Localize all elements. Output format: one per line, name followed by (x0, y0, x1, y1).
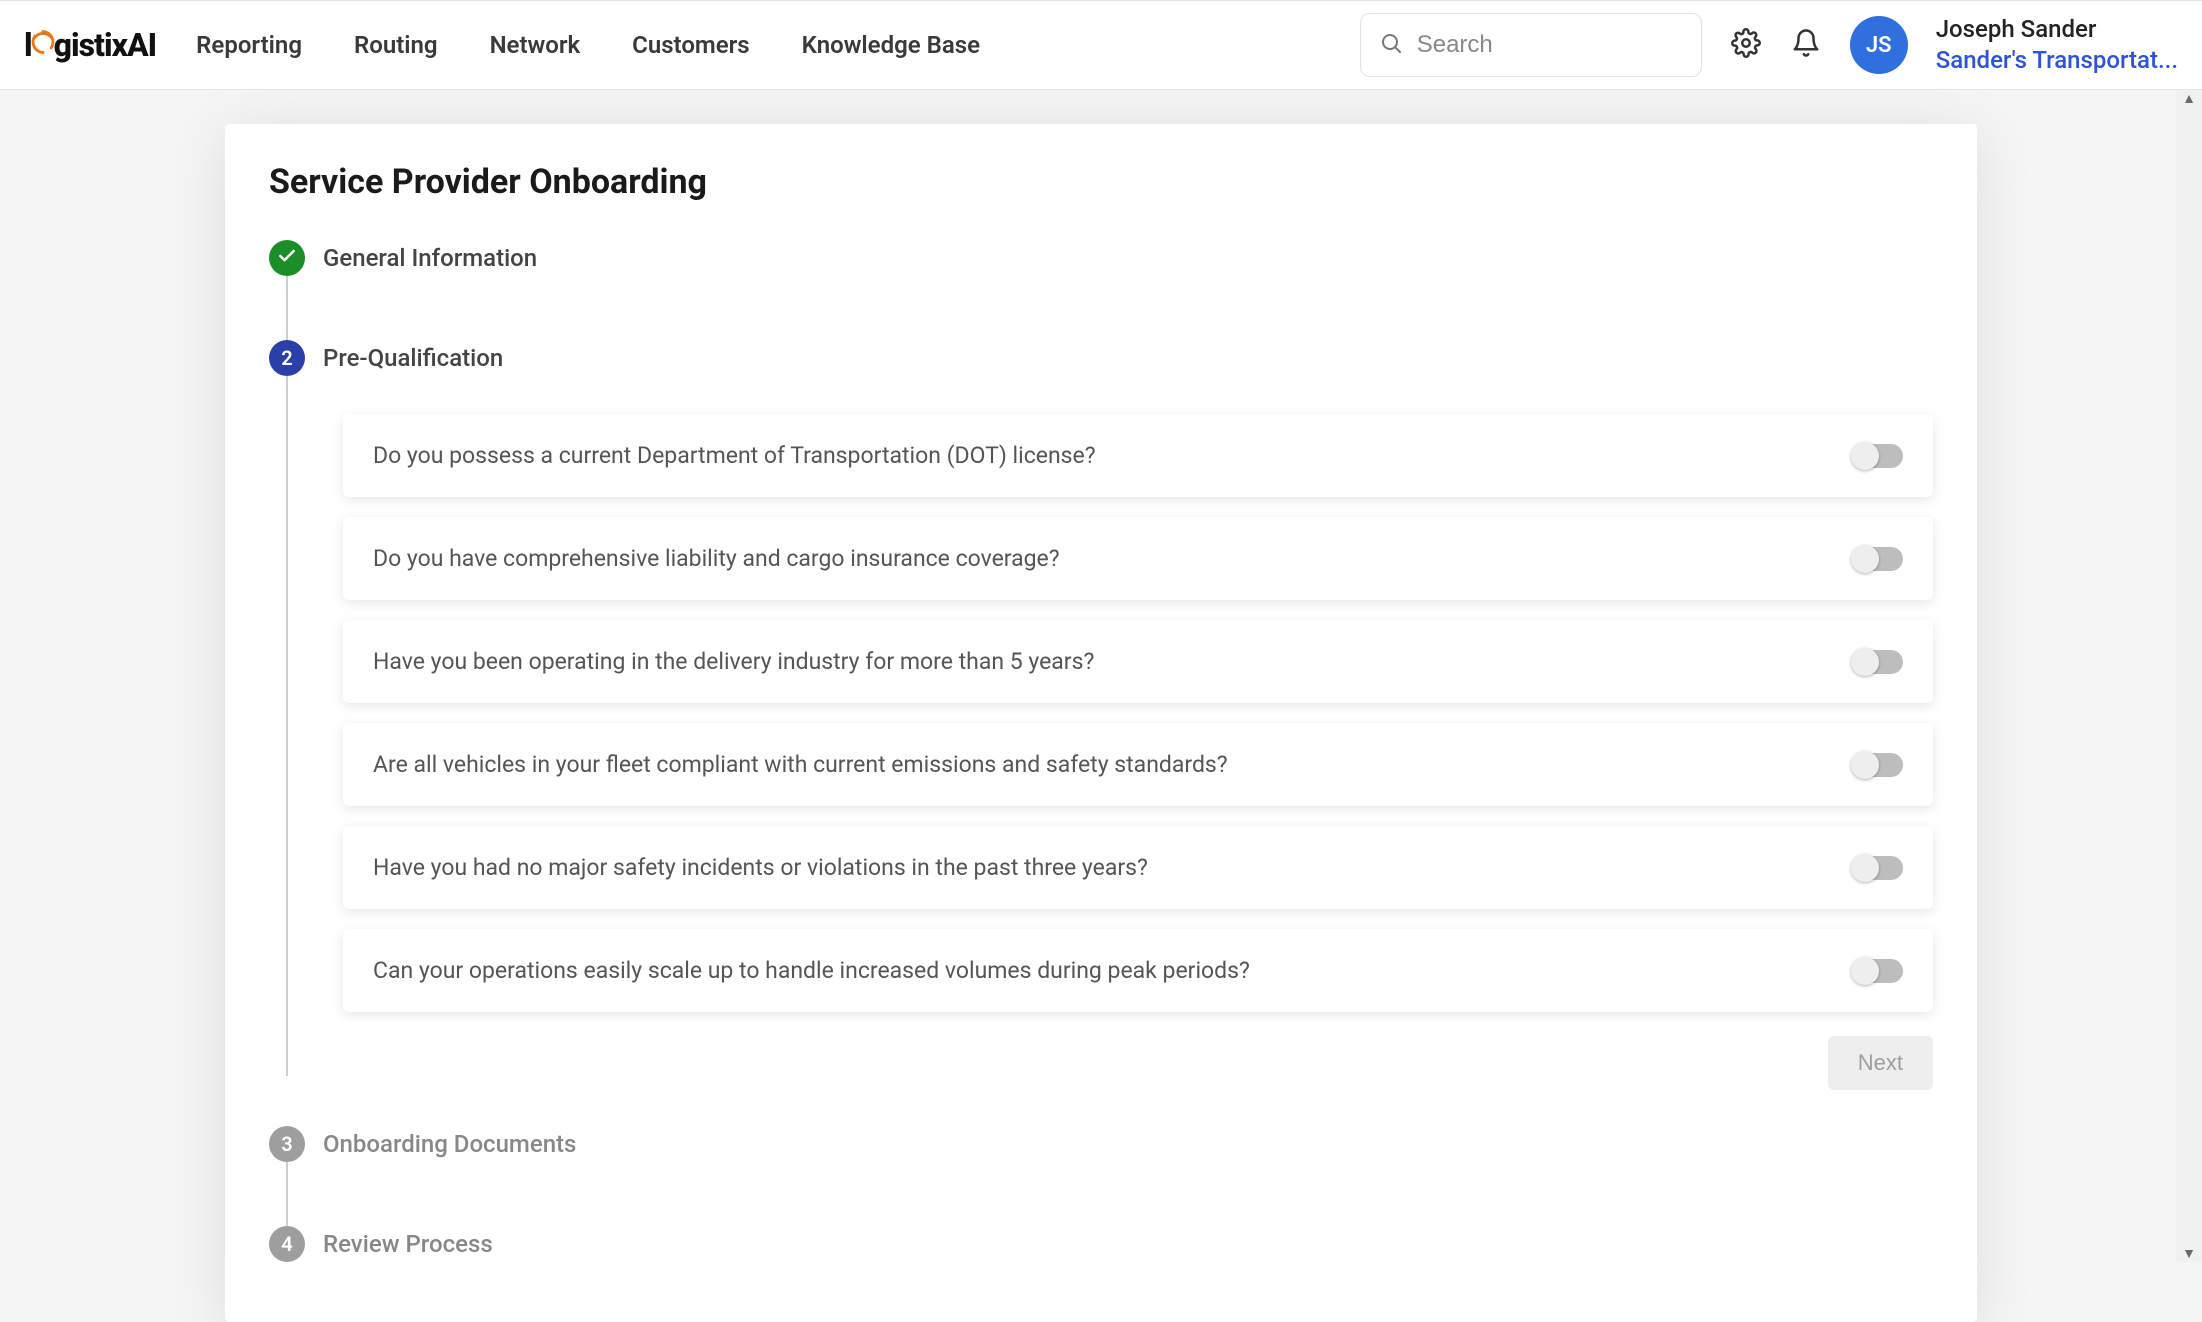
step-badge-active: 2 (269, 340, 305, 376)
step-label: Pre-Qualification (323, 344, 503, 372)
notifications-button[interactable] (1790, 29, 1822, 61)
header: l gistixAI Reporting Routing Network Cus… (0, 0, 2202, 90)
user-info: Joseph Sander Sander's Transportat... (1936, 14, 2178, 76)
toggle-switch[interactable] (1853, 959, 1903, 983)
question-text: Do you have comprehensive liability and … (373, 545, 1060, 572)
settings-button[interactable] (1730, 29, 1762, 61)
bell-icon (1791, 28, 1821, 62)
nav-network[interactable]: Network (490, 31, 581, 59)
question-row: Can your operations easily scale up to h… (343, 929, 1933, 1012)
header-right: JS Joseph Sander Sander's Transportat... (1360, 13, 2178, 77)
scrollbar[interactable]: ▲ ▼ (2176, 90, 2202, 1263)
top-nav: Reporting Routing Network Customers Know… (196, 31, 980, 59)
step-label: General Information (323, 244, 537, 272)
toggle-switch[interactable] (1853, 856, 1903, 880)
question-text: Have you had no major safety incidents o… (373, 854, 1148, 881)
user-name: Joseph Sander (1936, 14, 2178, 45)
step-general-information[interactable]: General Information (269, 240, 1933, 276)
question-text: Do you possess a current Department of T… (373, 442, 1096, 469)
toggle-switch[interactable] (1853, 650, 1903, 674)
toggle-switch[interactable] (1853, 547, 1903, 571)
step-badge-pending: 3 (269, 1126, 305, 1162)
logo-post: gistixAI (54, 26, 157, 64)
question-row: Do you possess a current Department of T… (343, 414, 1933, 497)
step-pre-qualification[interactable]: 2 Pre-Qualification (269, 340, 1933, 376)
search-icon (1379, 31, 1403, 59)
question-text: Have you been operating in the delivery … (373, 648, 1094, 675)
question-text: Can your operations easily scale up to h… (373, 957, 1250, 984)
search-input[interactable] (1417, 31, 1683, 59)
scroll-up-icon[interactable]: ▲ (2182, 92, 2196, 106)
question-list: Do you possess a current Department of T… (343, 414, 1933, 1012)
nav-customers[interactable]: Customers (632, 31, 750, 59)
logo-swirl-icon (29, 26, 57, 64)
step-review-process[interactable]: 4 Review Process (269, 1226, 1933, 1262)
nav-reporting[interactable]: Reporting (196, 31, 302, 59)
next-row: Next (343, 1036, 1933, 1090)
toggle-switch[interactable] (1853, 753, 1903, 777)
question-row: Are all vehicles in your fleet compliant… (343, 723, 1933, 806)
scroll-down-icon[interactable]: ▼ (2182, 1247, 2196, 1261)
step-badge-pending: 4 (269, 1226, 305, 1262)
question-row: Have you been operating in the delivery … (343, 620, 1933, 703)
check-icon (277, 246, 297, 271)
nav-knowledge-base[interactable]: Knowledge Base (802, 31, 980, 59)
step-onboarding-documents[interactable]: 3 Onboarding Documents (269, 1126, 1933, 1162)
search-box[interactable] (1360, 13, 1702, 77)
nav-routing[interactable]: Routing (354, 31, 438, 59)
page-body: Service Provider Onboarding General Info… (0, 90, 2202, 1322)
step-label: Review Process (323, 1230, 493, 1258)
avatar[interactable]: JS (1850, 16, 1908, 74)
stepper: General Information 2 Pre-Qualification … (269, 240, 1933, 1262)
gear-icon (1731, 28, 1761, 62)
user-company-link[interactable]: Sander's Transportat... (1936, 45, 2178, 76)
toggle-switch[interactable] (1853, 444, 1903, 468)
question-row: Do you have comprehensive liability and … (343, 517, 1933, 600)
question-text: Are all vehicles in your fleet compliant… (373, 751, 1228, 778)
onboarding-card: Service Provider Onboarding General Info… (225, 124, 1977, 1322)
page-title: Service Provider Onboarding (269, 162, 1933, 202)
logo[interactable]: l gistixAI (24, 26, 156, 64)
step-label: Onboarding Documents (323, 1130, 576, 1158)
step-badge-done (269, 240, 305, 276)
question-row: Have you had no major safety incidents o… (343, 826, 1933, 909)
next-button[interactable]: Next (1828, 1036, 1933, 1090)
